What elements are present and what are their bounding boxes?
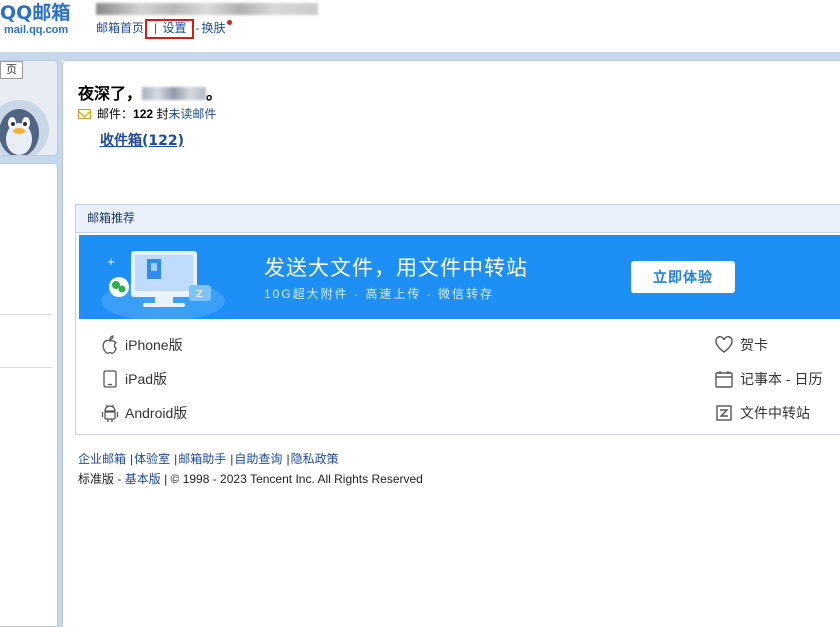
- mailbox-recommend-panel: 邮箱推荐 Z + 发送大文件，用文件中转站 10G超大附件 · 高速上传 · 微…: [75, 204, 840, 435]
- footer-separator: |: [174, 452, 178, 466]
- file-transfer-icon: [716, 405, 732, 421]
- android-icon: [101, 404, 119, 422]
- apple-icon: [102, 335, 117, 354]
- svg-text:Z: Z: [196, 289, 203, 300]
- unread-count: 122: [133, 107, 154, 121]
- qq-mail-logo[interactable]: QQ邮箱 mail.qq.com: [0, 2, 70, 36]
- greeting-prefix: 夜深了，: [78, 84, 143, 103]
- account-address-redacted: [96, 3, 318, 15]
- banner-title: 发送大文件，用文件中转站: [264, 256, 528, 280]
- nav-separator: |: [154, 21, 158, 35]
- footer-links: 企业邮箱 |体验室 |邮箱助手 |自助查询 |隐私政策: [78, 450, 339, 467]
- settings-link[interactable]: 设置: [162, 21, 186, 35]
- iphone-version-label: iPhone版: [125, 337, 183, 353]
- qq-penguin-icon: [0, 100, 49, 155]
- svg-text:+: +: [107, 257, 115, 268]
- greeting-suffix: 。: [206, 84, 223, 103]
- file-transfer-illustration-icon: Z +: [101, 251, 225, 319]
- banner-subtitle: 10G超大附件 · 高速上传 · 微信转存: [264, 287, 495, 301]
- file-transfer-label: 文件中转站: [740, 405, 810, 421]
- greeting-card-label: 贺卡: [740, 337, 768, 353]
- android-version-link[interactable]: Android版: [101, 403, 187, 423]
- footer-link-privacy[interactable]: 隐私政策: [291, 452, 339, 466]
- file-transfer-banner[interactable]: Z + 发送大文件，用文件中转站 10G超大附件 · 高速上传 · 微信转存 立…: [79, 235, 840, 319]
- footer-separator: |: [286, 452, 290, 466]
- footer-link-enterprise-mail[interactable]: 企业邮箱: [78, 452, 126, 466]
- footer-link-assistant[interactable]: 邮箱助手: [178, 452, 226, 466]
- greeting: 夜深了， 。: [78, 80, 222, 104]
- top-header: QQ邮箱 mail.qq.com 邮箱首页 | 设置 - 换肤: [0, 0, 840, 52]
- try-now-button[interactable]: 立即体验: [631, 261, 735, 293]
- sidebar-tooltip: 页: [0, 61, 23, 79]
- sidebar-avatar-card[interactable]: 页: [0, 60, 58, 156]
- logo-title: QQ邮箱: [0, 2, 71, 24]
- ipad-version-link[interactable]: iPad版: [101, 369, 167, 389]
- footer-link-self-service[interactable]: 自助查询: [234, 452, 282, 466]
- footer-link-lab[interactable]: 体验室: [134, 452, 170, 466]
- unread-unit: 封: [156, 107, 169, 121]
- heart-icon: [715, 336, 733, 353]
- calendar-icon: [715, 371, 733, 388]
- android-version-label: Android版: [125, 405, 188, 421]
- settings-highlight-box[interactable]: | 设置: [145, 19, 194, 39]
- frame-top-band: [0, 52, 840, 60]
- file-transfer-link[interactable]: 文件中转站: [714, 403, 810, 423]
- new-dot-badge: [226, 20, 232, 25]
- sidebar-folder-panel: [0, 163, 58, 627]
- tablet-icon: [103, 370, 117, 388]
- mail-label: 邮件：: [97, 107, 134, 121]
- notebook-calendar-link[interactable]: 记事本 - 日历: [714, 369, 822, 389]
- top-nav: 邮箱首页 | 设置 - 换肤: [96, 19, 232, 39]
- change-skin-link[interactable]: 换肤: [202, 21, 226, 35]
- version-dash: -: [117, 472, 122, 486]
- footer-separator: |: [230, 452, 234, 466]
- unread-mail-link[interactable]: 未读邮件: [168, 107, 216, 121]
- unread-summary: 邮件：122 封未读邮件: [78, 105, 216, 122]
- iphone-version-link[interactable]: iPhone版: [101, 335, 183, 355]
- envelope-icon: [78, 109, 91, 119]
- version-standard: 标准版: [78, 472, 115, 486]
- nav-dash: -: [195, 21, 200, 35]
- footer-copyright: 标准版 - 基本版 | © 1998 - 2023 Tencent Inc. A…: [78, 470, 423, 487]
- copyright-text: | © 1998 - 2023 Tencent Inc. All Rights …: [164, 472, 423, 486]
- inbox-link[interactable]: 收件箱(122): [100, 130, 184, 150]
- user-name-redacted: [142, 87, 207, 100]
- mail-home-link[interactable]: 邮箱首页: [96, 21, 144, 35]
- footer-separator: |: [130, 452, 134, 466]
- ipad-version-label: iPad版: [125, 371, 168, 387]
- logo-domain: mail.qq.com: [4, 24, 69, 36]
- sidebar-divider: [0, 367, 52, 368]
- main-content: 夜深了， 。 邮件：122 封未读邮件 收件箱(122) 邮箱推荐 Z + 发送大…: [62, 60, 840, 627]
- basic-version-link[interactable]: 基本版: [125, 472, 161, 486]
- account-address: [96, 2, 318, 16]
- recommend-header: 邮箱推荐: [76, 205, 840, 233]
- greeting-card-link[interactable]: 贺卡: [714, 335, 768, 355]
- notebook-calendar-label: 记事本 - 日历: [740, 371, 823, 387]
- sidebar-divider: [0, 314, 52, 315]
